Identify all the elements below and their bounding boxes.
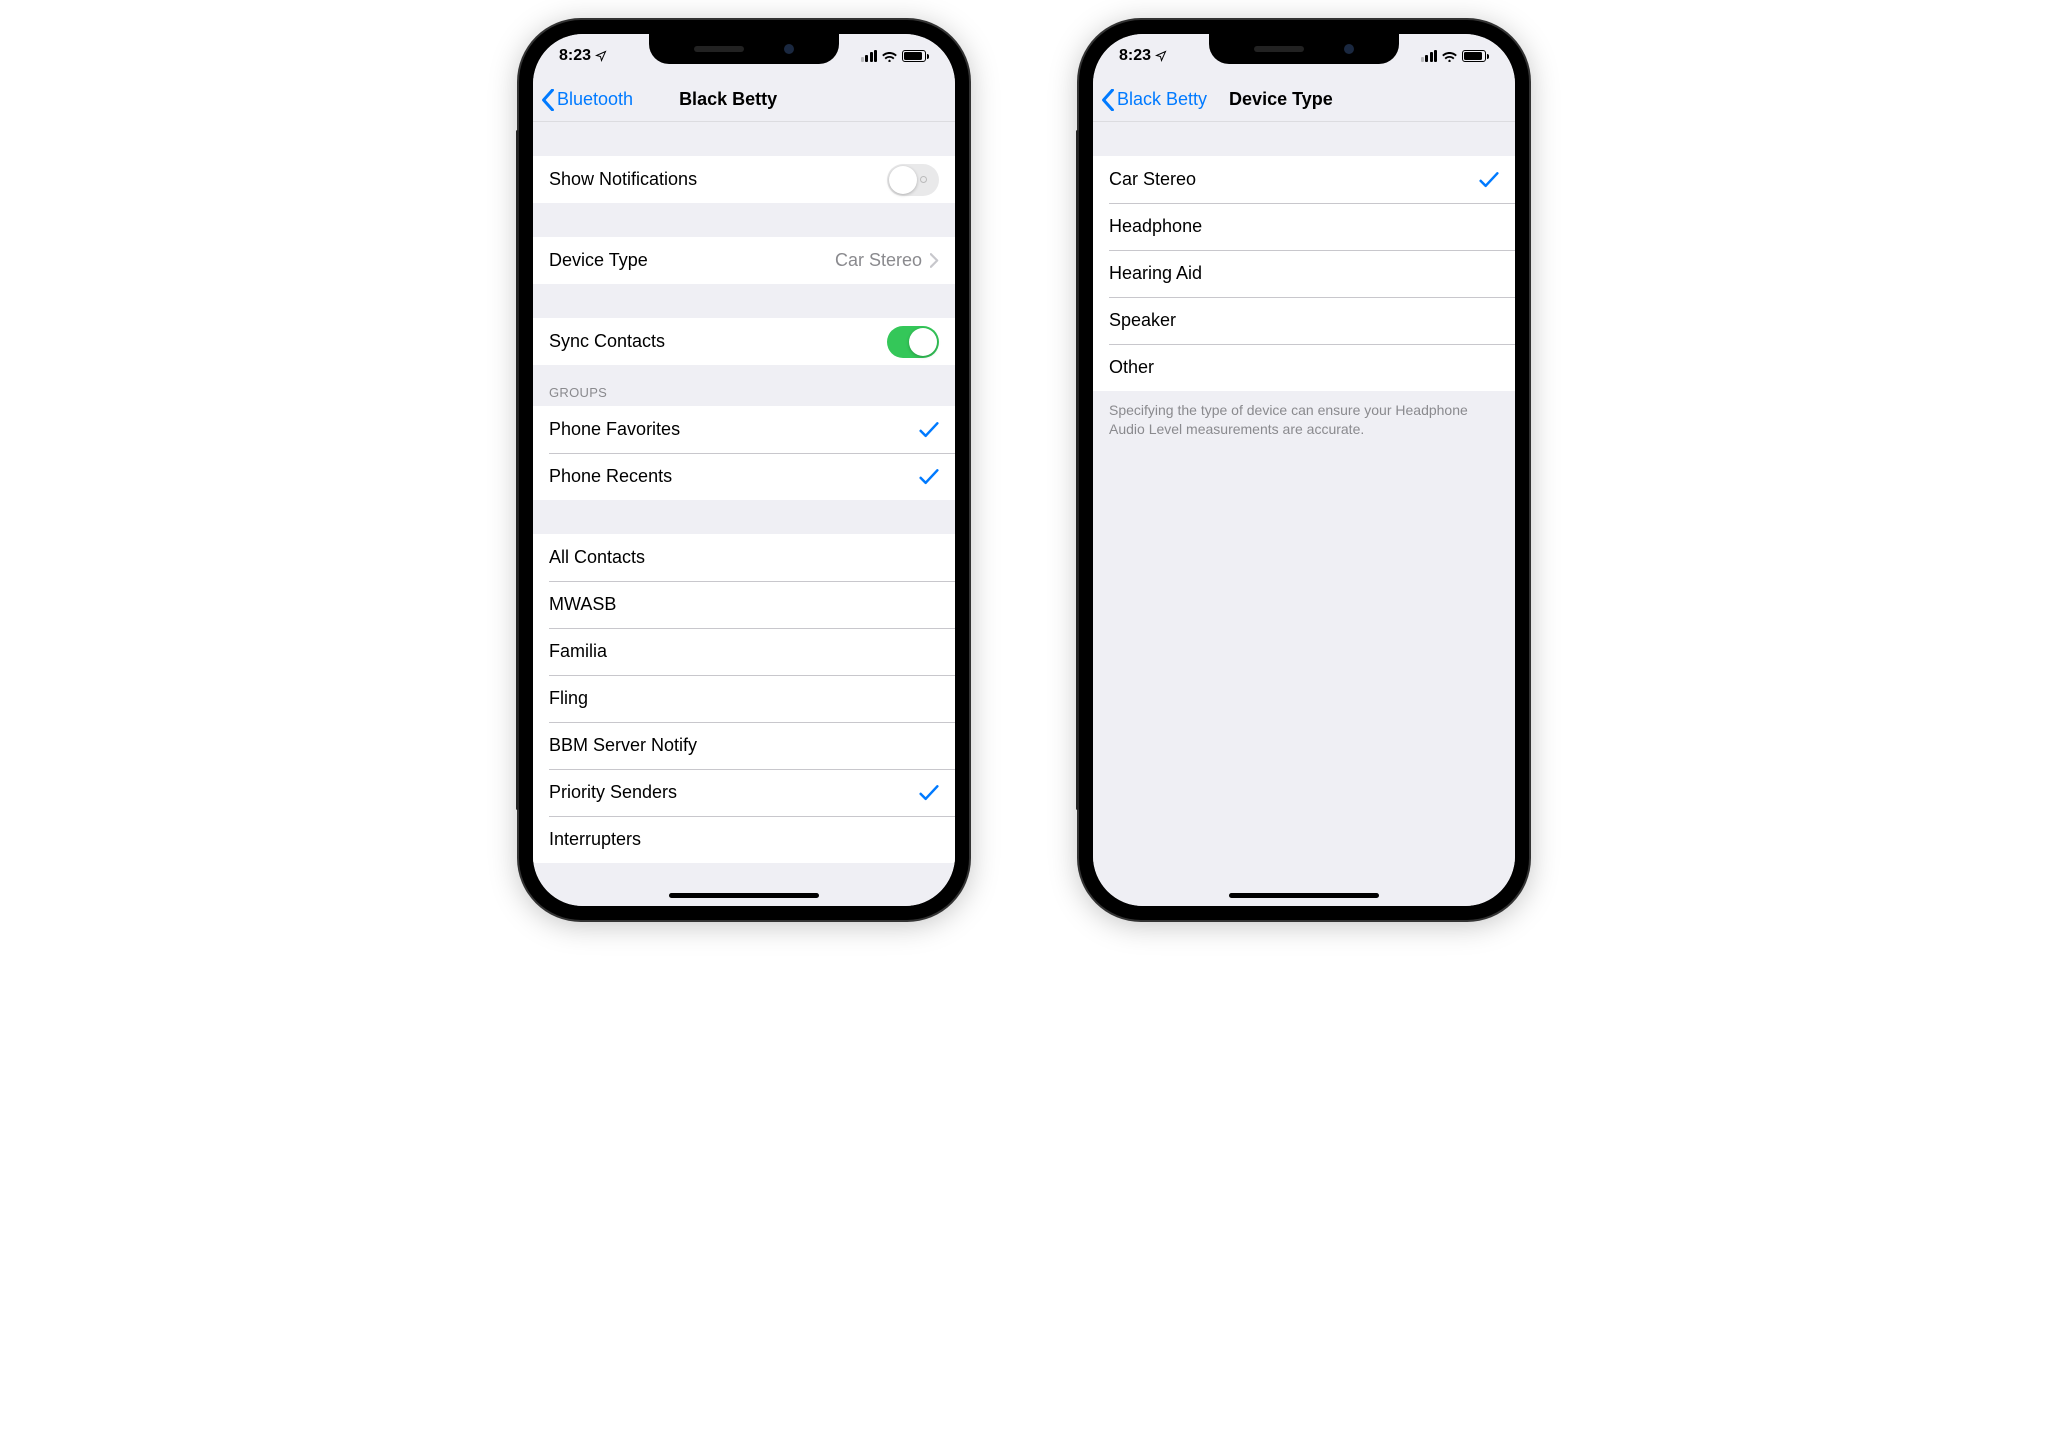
list-item[interactable]: Interrupters xyxy=(533,816,955,863)
cell-signal-icon xyxy=(1421,50,1438,62)
cell-label: Sync Contacts xyxy=(549,331,887,352)
home-indicator[interactable] xyxy=(669,893,819,898)
chevron-left-icon xyxy=(541,89,555,111)
list-item[interactable]: Priority Senders xyxy=(533,769,955,816)
contacts-list: All Contacts MWASB Familia Fling BBM Server … xyxy=(533,534,955,863)
cell-label: Speaker xyxy=(1109,310,1499,331)
list-item[interactable]: BBM Server Notify xyxy=(533,722,955,769)
notch xyxy=(649,34,839,64)
nav-bar: Bluetooth Black Betty xyxy=(533,78,955,122)
cell-label: Familia xyxy=(549,641,939,662)
cell-label: Interrupters xyxy=(549,829,939,850)
nav-bar: Black Betty Device Type xyxy=(1093,78,1515,122)
footer-text: Specifying the type of device can ensure… xyxy=(1093,391,1515,449)
wifi-icon xyxy=(881,50,898,62)
battery-icon xyxy=(1462,50,1489,62)
screen: 8:23 Black Betty Device Type Car Stereo H… xyxy=(1093,34,1515,906)
checkmark-icon xyxy=(919,468,939,486)
checkmark-icon xyxy=(919,784,939,802)
phone-frame-left: 8:23 Bluetooth Black Betty Show Notifica… xyxy=(519,20,969,920)
home-indicator[interactable] xyxy=(1229,893,1379,898)
list-item[interactable]: MWASB xyxy=(533,581,955,628)
cell-label: BBM Server Notify xyxy=(549,735,939,756)
back-label: Black Betty xyxy=(1117,89,1207,110)
phone-frame-right: 8:23 Black Betty Device Type Car Stereo H… xyxy=(1079,20,1529,920)
content[interactable]: Car Stereo Headphone Hearing Aid Speaker Oth… xyxy=(1093,122,1515,906)
wifi-icon xyxy=(1441,50,1458,62)
sync-contacts-toggle[interactable] xyxy=(887,326,939,358)
cell-label: Fling xyxy=(549,688,939,709)
show-notifications-row[interactable]: Show Notifications xyxy=(533,156,955,203)
cell-label: Priority Senders xyxy=(549,782,919,803)
list-item[interactable]: Headphone xyxy=(1093,203,1515,250)
list-item[interactable]: All Contacts xyxy=(533,534,955,581)
checkmark-icon xyxy=(1479,171,1499,189)
status-time: 8:23 xyxy=(1119,47,1151,65)
checkmark-icon xyxy=(919,421,939,439)
cell-label: Hearing Aid xyxy=(1109,263,1499,284)
location-icon xyxy=(1155,50,1167,62)
back-button[interactable]: Bluetooth xyxy=(541,89,633,111)
device-type-row[interactable]: Device Type Car Stereo xyxy=(533,237,955,284)
chevron-right-icon xyxy=(930,253,939,268)
location-icon xyxy=(595,50,607,62)
list-item[interactable]: Speaker xyxy=(1093,297,1515,344)
device-type-options: Car Stereo Headphone Hearing Aid Speaker Oth… xyxy=(1093,156,1515,391)
cell-label: All Contacts xyxy=(549,547,939,568)
show-notifications-toggle[interactable] xyxy=(887,164,939,196)
cell-detail: Car Stereo xyxy=(835,250,922,271)
cell-label: Show Notifications xyxy=(549,169,887,190)
cell-label: Phone Recents xyxy=(549,466,919,487)
cell-label: Device Type xyxy=(549,250,835,271)
groups-list: Phone Favorites Phone Recents xyxy=(533,406,955,500)
cell-label: Car Stereo xyxy=(1109,169,1479,190)
page-title: Device Type xyxy=(1229,89,1333,110)
content[interactable]: Show Notifications Device Type Car Stere… xyxy=(533,122,955,906)
list-item[interactable]: Car Stereo xyxy=(1093,156,1515,203)
back-button[interactable]: Black Betty xyxy=(1101,89,1207,111)
cell-label: Other xyxy=(1109,357,1499,378)
list-item[interactable]: Other xyxy=(1093,344,1515,391)
list-item[interactable]: Fling xyxy=(533,675,955,722)
list-item[interactable]: Phone Recents xyxy=(533,453,955,500)
list-item[interactable]: Phone Favorites xyxy=(533,406,955,453)
chevron-left-icon xyxy=(1101,89,1115,111)
notch xyxy=(1209,34,1399,64)
back-label: Bluetooth xyxy=(557,89,633,110)
screen: 8:23 Bluetooth Black Betty Show Notifica… xyxy=(533,34,955,906)
cell-label: Headphone xyxy=(1109,216,1499,237)
cell-label: MWASB xyxy=(549,594,939,615)
cell-label: Phone Favorites xyxy=(549,419,919,440)
battery-icon xyxy=(902,50,929,62)
list-item[interactable]: Hearing Aid xyxy=(1093,250,1515,297)
list-item[interactable]: Familia xyxy=(533,628,955,675)
groups-header: GROUPS xyxy=(533,365,955,406)
page-title: Black Betty xyxy=(679,89,777,110)
cell-signal-icon xyxy=(861,50,878,62)
status-time: 8:23 xyxy=(559,47,591,65)
sync-contacts-row[interactable]: Sync Contacts xyxy=(533,318,955,365)
